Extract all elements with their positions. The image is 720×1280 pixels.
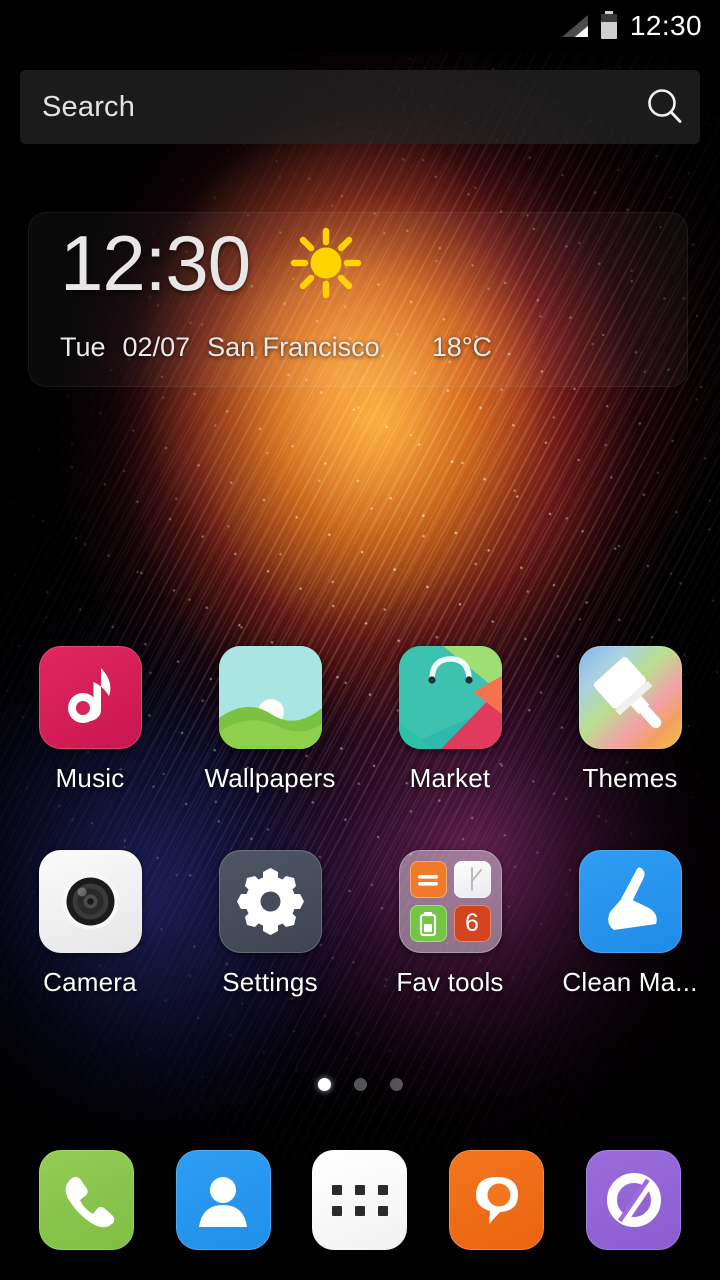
dock-browser-icon[interactable] <box>586 1150 682 1250</box>
widget-clock: 12:30 <box>60 219 251 307</box>
search-bar[interactable]: Search <box>20 70 700 144</box>
app-grid: Music Wallpapers Market Themes Camera Se… <box>0 646 720 998</box>
page-indicator <box>0 1078 720 1091</box>
folder-icon[interactable]: 6 <box>398 850 502 953</box>
battery-icon <box>409 905 447 942</box>
home-screen: 12:30 Search 12:30 Tue 02/07 San Francis… <box>0 0 720 1280</box>
dock-contacts-icon[interactable] <box>175 1150 271 1250</box>
status-bar-clock: 12:30 <box>629 10 702 41</box>
paint-brush-icon[interactable] <box>578 646 682 749</box>
dock <box>0 1150 720 1250</box>
widget-day: Tue <box>60 332 106 362</box>
app-icon-settings[interactable]: Settings <box>180 850 360 998</box>
app-label: Camera <box>43 967 137 997</box>
clock-weather-widget[interactable]: 12:30 Tue 02/07 San Francisco 18°C <box>28 212 688 387</box>
page-dot-1[interactable] <box>317 1078 331 1091</box>
search-input[interactable]: Search <box>20 91 630 124</box>
widget-temperature: 18°C <box>431 332 493 362</box>
app-icon-music[interactable]: Music <box>0 646 180 794</box>
play-store-bag-icon[interactable] <box>398 646 502 749</box>
app-icon-camera[interactable]: Camera <box>0 850 180 998</box>
app-label: Clean Ma... <box>562 967 698 997</box>
calculator-icon <box>409 861 447 898</box>
dock-phone-icon[interactable] <box>38 1150 134 1250</box>
page-dot-2[interactable] <box>353 1078 367 1091</box>
search-magnifier-icon[interactable] <box>630 85 700 129</box>
sun-icon <box>290 227 362 299</box>
calendar-icon: 6 <box>453 905 491 942</box>
widget-city: San Francisco <box>207 332 380 362</box>
app-label: Market <box>409 763 491 793</box>
clock-icon <box>453 861 491 898</box>
battery-icon <box>600 10 617 39</box>
status-bar: 12:30 <box>0 0 720 52</box>
app-icon-market[interactable]: Market <box>360 646 540 794</box>
app-label: Fav tools <box>396 967 504 997</box>
app-icon-wallpapers[interactable]: Wallpapers <box>180 646 360 794</box>
widget-date: 02/07 <box>122 332 191 362</box>
app-row-1: Music Wallpapers Market Themes <box>0 646 720 794</box>
broom-icon[interactable] <box>578 850 682 953</box>
page-dot-3[interactable] <box>389 1078 403 1091</box>
app-label: Wallpapers <box>204 763 336 793</box>
app-label: Music <box>55 763 125 793</box>
signal-bars-icon <box>561 15 588 37</box>
dock-app-drawer-grid-icon[interactable] <box>312 1150 408 1250</box>
landscape-photo-icon[interactable] <box>218 646 322 749</box>
camera-lens-icon[interactable] <box>38 850 142 953</box>
app-folder-fav-tools[interactable]: 6 Fav tools <box>360 850 540 998</box>
music-note-icon[interactable] <box>38 646 142 749</box>
calendar-date: 6 <box>465 909 479 937</box>
app-icon-clean-master[interactable]: Clean Ma... <box>540 850 720 998</box>
gear-icon[interactable] <box>218 850 322 953</box>
dock-messaging-icon[interactable] <box>449 1150 545 1250</box>
app-icon-themes[interactable]: Themes <box>540 646 720 794</box>
app-label: Settings <box>222 967 318 997</box>
app-row-2: Camera Settings 6 Fav tools Clean Ma... <box>0 850 720 998</box>
app-label: Themes <box>582 763 678 793</box>
